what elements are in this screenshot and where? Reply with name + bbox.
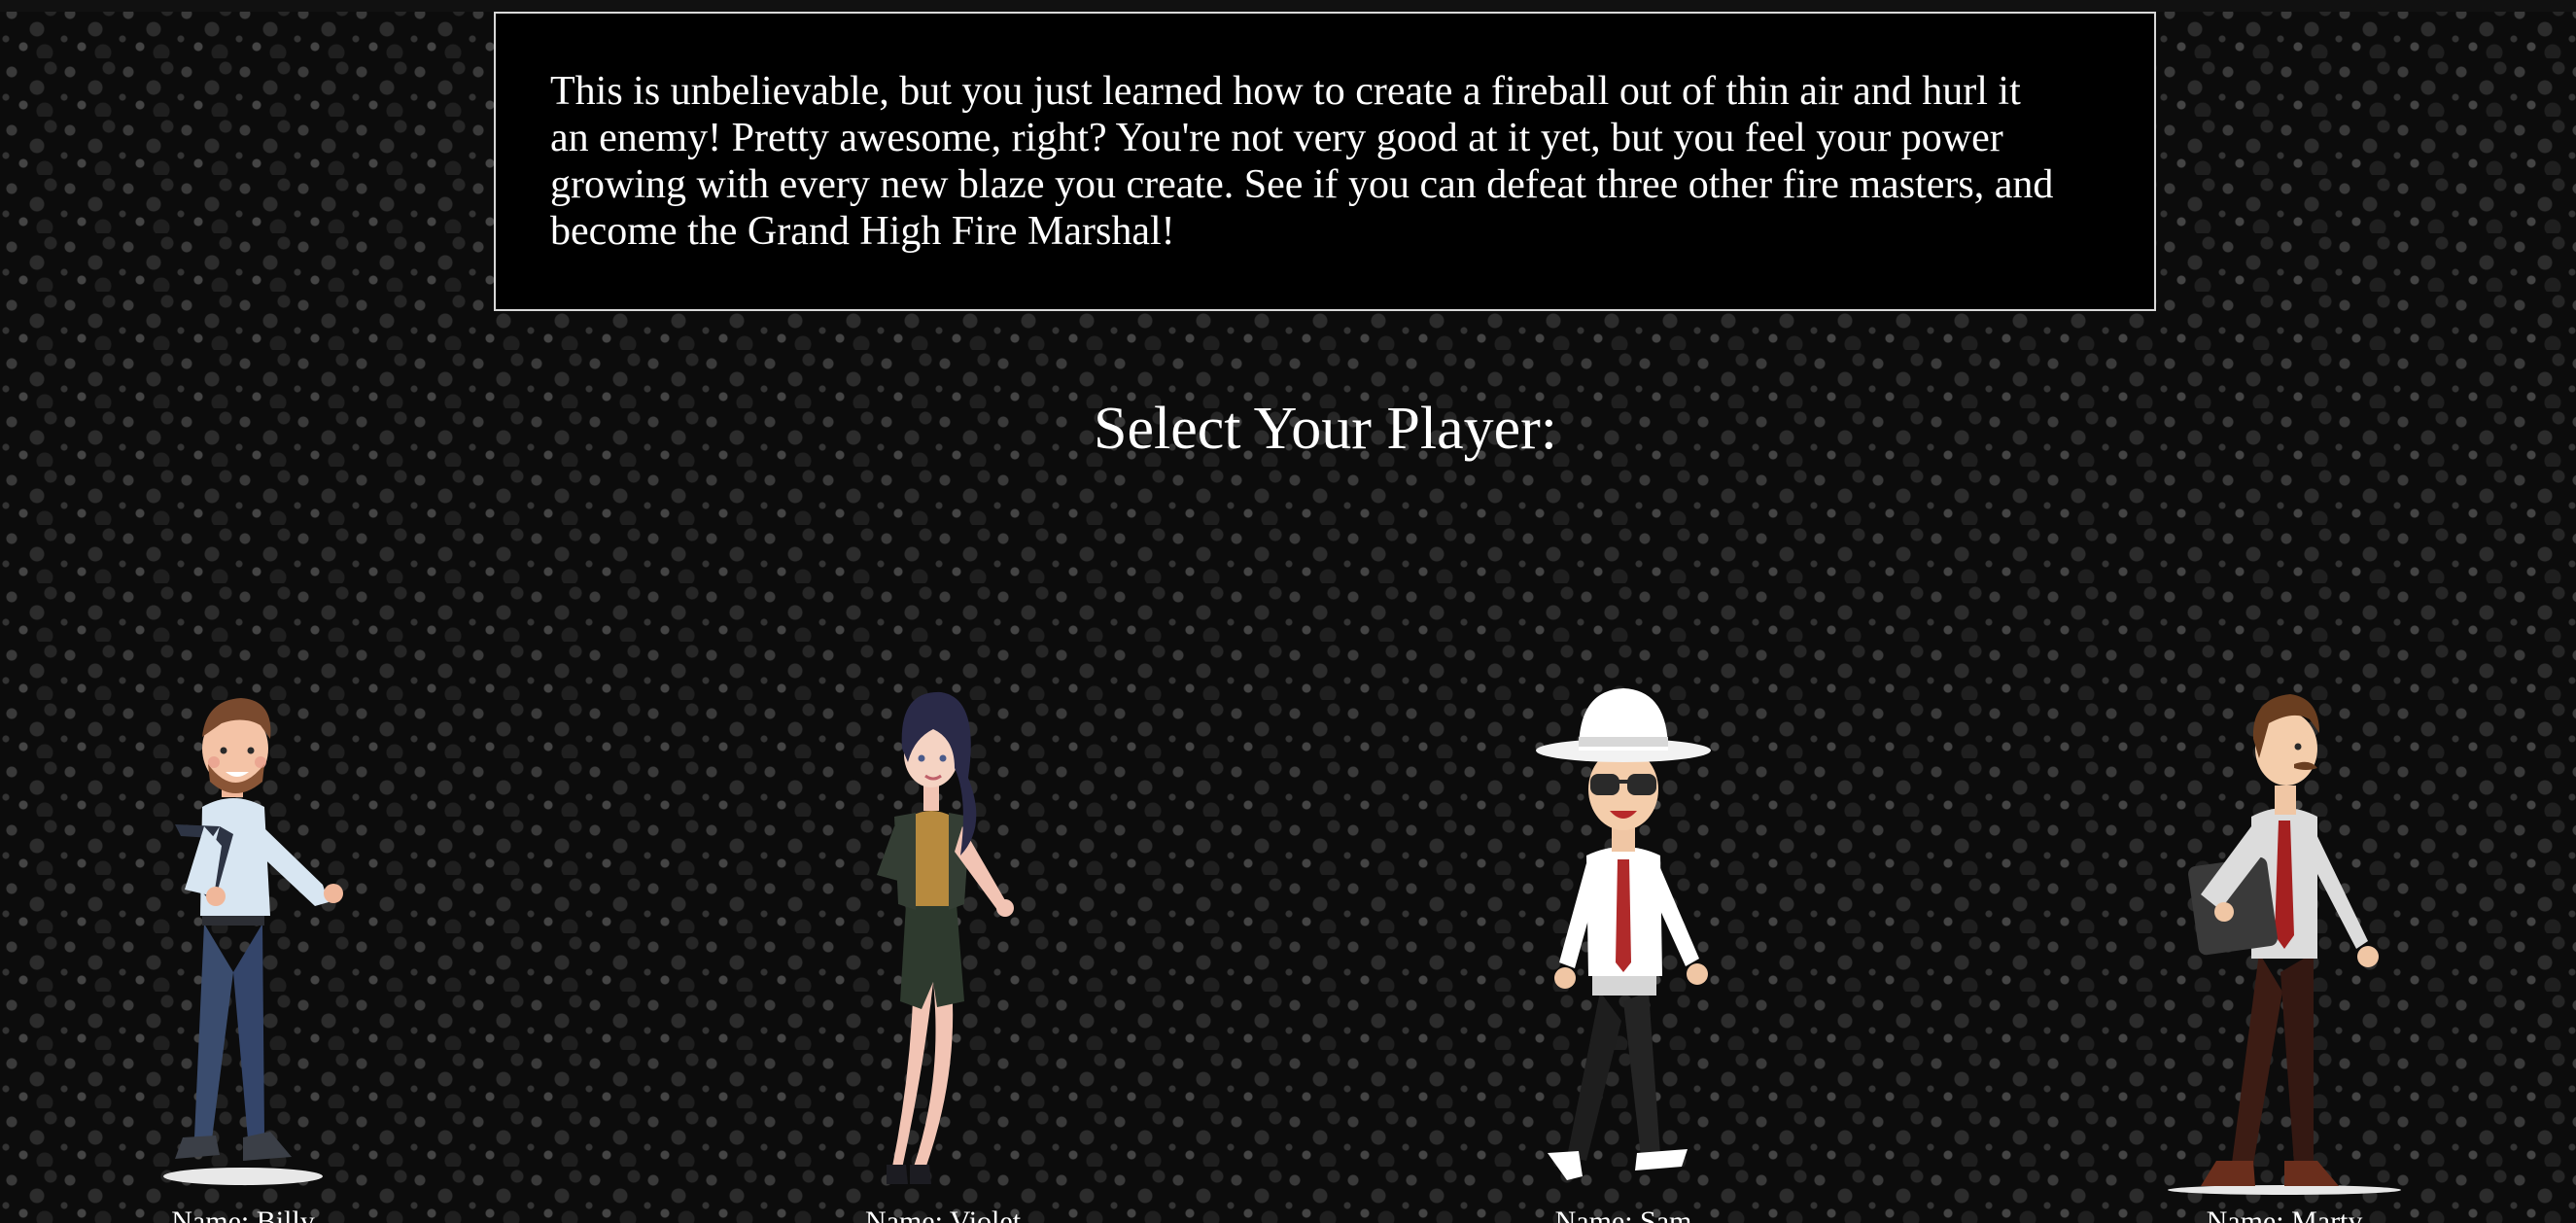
player-figure-marty[interactable] <box>2139 681 2430 1206</box>
player-figure-sam[interactable] <box>1478 681 1769 1206</box>
player-figure-violet[interactable] <box>797 681 1089 1206</box>
intro-text: This is unbelievable, but you just learn… <box>550 69 2054 254</box>
player-name-marty: Name: Marty <box>2206 1206 2363 1223</box>
top-strip <box>0 0 2576 12</box>
player-name-sam: Name: Sam <box>1554 1206 1692 1223</box>
select-player-title: Select Your Player: <box>1093 396 1558 462</box>
player-card-billy[interactable]: Name: Billy <box>97 681 389 1223</box>
player-figure-billy[interactable] <box>97 681 389 1206</box>
player-name-billy: Name: Billy <box>171 1206 315 1223</box>
player-card-violet[interactable]: Name: Violet <box>797 681 1089 1223</box>
intro-panel: This is unbelievable, but you just learn… <box>494 12 2156 311</box>
player-card-sam[interactable]: Name: Sam <box>1478 681 1769 1223</box>
player-name-violet: Name: Violet <box>864 1206 1022 1223</box>
player-card-marty[interactable]: Name: Marty <box>2139 681 2430 1223</box>
